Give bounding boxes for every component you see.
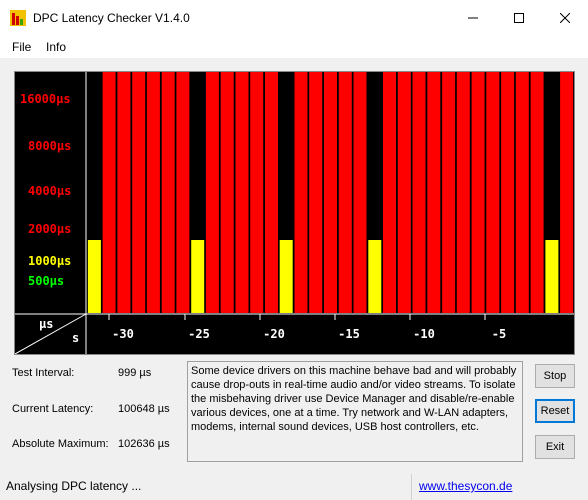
current-latency-value: 100648 µs (118, 403, 170, 415)
latency-bar (102, 72, 116, 313)
latency-bar (515, 72, 529, 313)
close-button[interactable] (542, 0, 588, 36)
minimize-button[interactable] (450, 0, 496, 36)
latency-bar (560, 72, 574, 313)
website-link[interactable]: www.thesycon.de (419, 479, 512, 493)
latency-bar (471, 72, 485, 313)
y-label-2000: 2000µs (28, 222, 72, 236)
x-tick-minus-10: -10 (413, 327, 435, 341)
latency-bar (309, 72, 323, 313)
latency-bar (132, 72, 146, 313)
latency-bar (427, 72, 441, 313)
latency-bar (530, 72, 544, 313)
maximize-button[interactable] (496, 0, 542, 36)
latency-bar (161, 72, 175, 313)
close-icon (560, 13, 570, 23)
x-tick-minus-20: -20 (263, 327, 285, 341)
reset-button[interactable]: Reset (535, 399, 575, 423)
status-separator (411, 474, 412, 500)
latency-bar (146, 72, 160, 313)
latency-bar (87, 240, 101, 313)
latency-bar (338, 72, 352, 313)
latency-bar (383, 72, 396, 313)
latency-chart (15, 72, 574, 354)
window-title: DPC Latency Checker V1.4.0 (33, 11, 190, 25)
status-bar: Analysing DPC latency ... www.thesycon.d… (0, 474, 588, 500)
y-label-4000: 4000µs (28, 184, 72, 198)
minimize-icon (468, 17, 478, 19)
latency-bar (250, 72, 264, 313)
latency-graph: 16000µs 8000µs 4000µs 2000µs 1000µs 500µ… (14, 71, 575, 355)
latency-bar (294, 72, 308, 313)
latency-bar (205, 72, 219, 313)
stop-button[interactable]: Stop (535, 364, 575, 388)
latency-bar (279, 240, 293, 313)
y-label-8000: 8000µs (28, 139, 72, 153)
x-tick-minus-25: -25 (188, 327, 210, 341)
absolute-maximum-value: 102636 µs (118, 438, 170, 450)
latency-bar (220, 72, 234, 313)
x-tick-minus-15: -15 (338, 327, 360, 341)
exit-button[interactable]: Exit (535, 435, 575, 459)
latency-bar (235, 72, 249, 313)
maximize-icon (514, 13, 524, 23)
latency-bar (191, 240, 205, 313)
absolute-maximum-label: Absolute Maximum: (12, 438, 109, 450)
title-bar: DPC Latency Checker V1.4.0 (0, 0, 588, 36)
latency-bar (117, 72, 131, 313)
latency-bar (353, 72, 367, 313)
unit-us-label: µs (39, 317, 54, 331)
info-text-box: Some device drivers on this machine beha… (187, 361, 523, 462)
latency-bar (324, 72, 337, 313)
latency-bar (501, 72, 515, 313)
menu-info[interactable]: Info (46, 40, 66, 54)
test-interval-value: 999 µs (118, 367, 152, 379)
menu-file[interactable]: File (12, 40, 31, 54)
app-icon (10, 10, 26, 26)
latency-bar (397, 72, 411, 313)
y-label-1000: 1000µs (28, 254, 72, 268)
y-label-16000: 16000µs (20, 92, 71, 106)
latency-bar (265, 72, 278, 313)
unit-s-label: s (72, 331, 80, 345)
y-label-500: 500µs (28, 274, 65, 288)
x-tick-minus-30: -30 (112, 327, 134, 341)
status-text: Analysing DPC latency ... (6, 479, 142, 493)
current-latency-label: Current Latency: (12, 403, 94, 415)
latency-bar (486, 72, 500, 313)
latency-bar (456, 72, 470, 313)
menu-bar: File Info (0, 36, 588, 58)
x-tick-minus-5: -5 (491, 327, 507, 341)
latency-bar (412, 72, 426, 313)
latency-bar (442, 72, 456, 313)
test-interval-label: Test Interval: (12, 367, 75, 379)
latency-bar (545, 240, 559, 313)
latency-bar (368, 240, 382, 313)
latency-bar (176, 72, 190, 313)
